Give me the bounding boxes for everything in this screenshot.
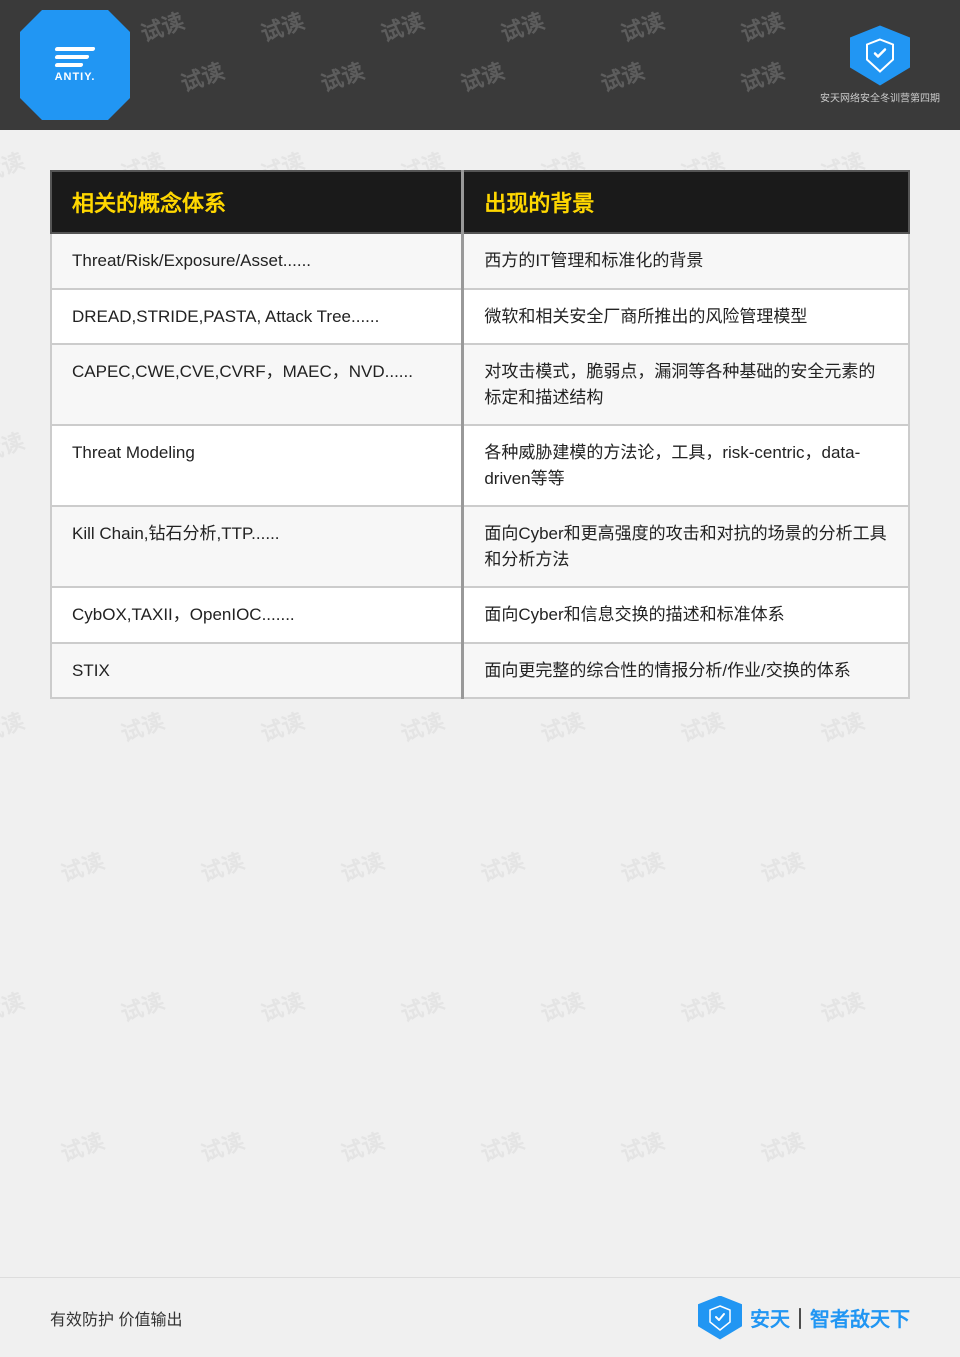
wm8: 试读 <box>316 53 368 98</box>
header-watermarks: 试读 试读 试读 试读 试读 试读 试读 试读 试读 试读 试读 <box>0 0 960 130</box>
table-cell-left: Threat/Risk/Exposure/Asset...... <box>51 233 463 289</box>
footer-tagline: 有效防护 价值输出 <box>50 1306 182 1330</box>
footer: 有效防护 价值输出 安天｜智者敌天下 <box>0 1277 960 1357</box>
table-row: CybOX,TAXII，OpenIOC.......面向Cyber和信息交换的描… <box>51 587 909 643</box>
table-header-row: 相关的概念体系 出现的背景 <box>51 171 909 233</box>
logo-line-2 <box>54 55 89 59</box>
shield-icon <box>850 26 910 86</box>
table-row: DREAD,STRIDE,PASTA, Attack Tree......微软和… <box>51 289 909 345</box>
logo-line-3 <box>54 63 83 67</box>
header: 试读 试读 试读 试读 试读 试读 试读 试读 试读 试读 试读 ANTIY. … <box>0 0 960 130</box>
table-row: CAPEC,CWE,CVE,CVRF，MAEC，NVD......对攻击模式，脆… <box>51 344 909 425</box>
wm4: 试读 <box>496 3 548 48</box>
table-cell-right: 面向Cyber和信息交换的描述和标准体系 <box>463 587 909 643</box>
wm2: 试读 <box>256 3 308 48</box>
table-cell-right: 西方的IT管理和标准化的背景 <box>463 233 909 289</box>
table-cell-right: 面向Cyber和更高强度的攻击和对抗的场景的分析工具和分析方法 <box>463 506 909 587</box>
table-row: STIX面向更完整的综合性的情报分析/作业/交换的体系 <box>51 643 909 699</box>
wm6: 试读 <box>736 3 788 48</box>
wm1: 试读 <box>136 3 188 48</box>
footer-brand-antiy: 安天 <box>750 1309 790 1331</box>
logo-lines <box>55 47 95 67</box>
footer-right: 安天｜智者敌天下 <box>698 1296 910 1340</box>
footer-shield-icon <box>698 1296 742 1340</box>
table-cell-right: 各种威胁建模的方法论，工具，risk-centric，data-driven等等 <box>463 425 909 506</box>
logo-label: ANTIY. <box>55 71 96 83</box>
table-row: Kill Chain,钻石分析,TTP......面向Cyber和更高强度的攻击… <box>51 506 909 587</box>
main-content: 相关的概念体系 出现的背景 Threat/Risk/Exposure/Asset… <box>0 130 960 1277</box>
table-cell-left: CAPEC,CWE,CVE,CVRF，MAEC，NVD...... <box>51 344 463 425</box>
table-cell-left: STIX <box>51 643 463 699</box>
table-cell-right: 对攻击模式，脆弱点，漏洞等各种基础的安全元素的标定和描述结构 <box>463 344 909 425</box>
col1-header: 相关的概念体系 <box>51 171 463 233</box>
table-cell-right: 面向更完整的综合性的情报分析/作业/交换的体系 <box>463 643 909 699</box>
table-cell-left: Threat Modeling <box>51 425 463 506</box>
wm5: 试读 <box>616 3 668 48</box>
table-row: Threat/Risk/Exposure/Asset......西方的IT管理和… <box>51 233 909 289</box>
wm11: 试读 <box>736 53 788 98</box>
table-cell-right: 微软和相关安全厂商所推出的风险管理模型 <box>463 289 909 345</box>
col2-header: 出现的背景 <box>463 171 909 233</box>
wm10: 试读 <box>596 53 648 98</box>
footer-brand-slogan: 智者敌天下 <box>810 1309 910 1331</box>
table-cell-left: DREAD,STRIDE,PASTA, Attack Tree...... <box>51 289 463 345</box>
table-cell-left: Kill Chain,钻石分析,TTP...... <box>51 506 463 587</box>
wm7: 试读 <box>176 53 228 98</box>
header-right-logo: 安天网络安全冬训营第四期 <box>820 26 940 105</box>
wm9: 试读 <box>456 53 508 98</box>
header-right-subtitle: 安天网络安全冬训营第四期 <box>820 90 940 105</box>
table-cell-left: CybOX,TAXII，OpenIOC....... <box>51 587 463 643</box>
logo-line-1 <box>54 47 95 51</box>
wm3: 试读 <box>376 3 428 48</box>
antiy-logo: ANTIY. <box>20 10 130 120</box>
concept-table: 相关的概念体系 出现的背景 Threat/Risk/Exposure/Asset… <box>50 170 910 699</box>
footer-brand-text: 安天｜智者敌天下 <box>750 1303 910 1332</box>
table-row: Threat Modeling各种威胁建模的方法论，工具，risk-centri… <box>51 425 909 506</box>
